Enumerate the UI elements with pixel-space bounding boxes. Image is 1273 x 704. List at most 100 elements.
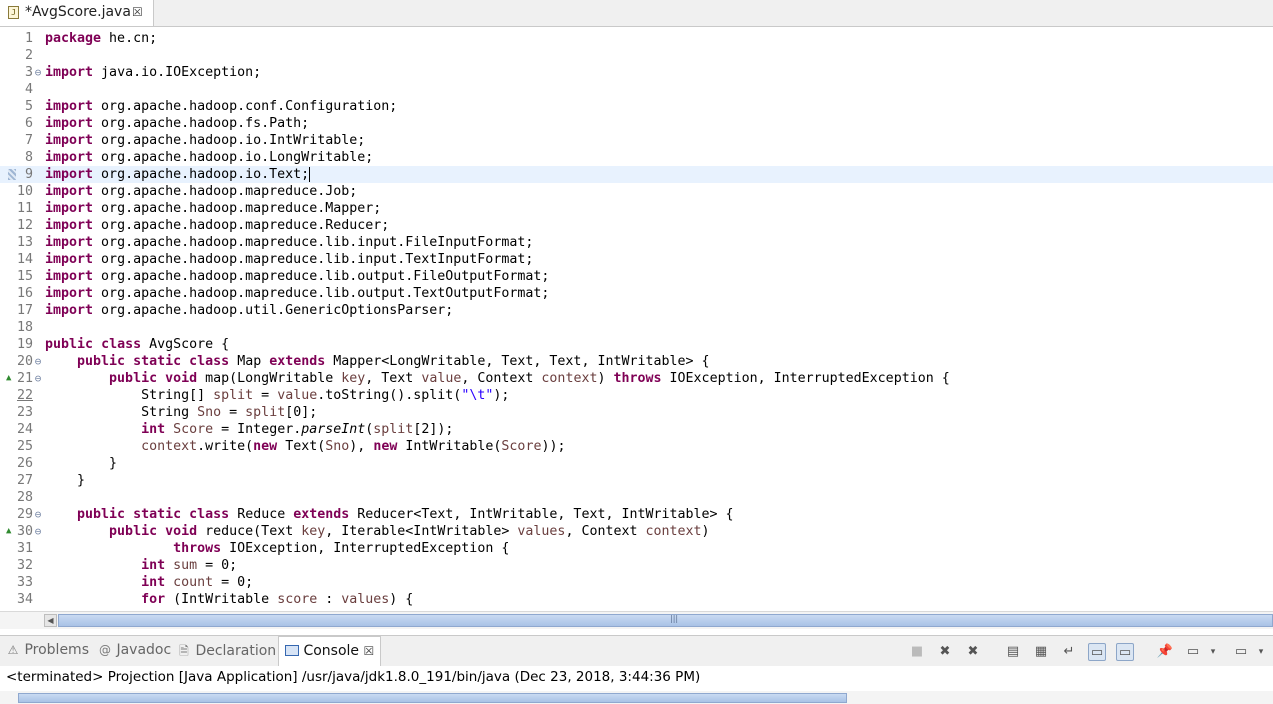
- code-line[interactable]: 5 import org.apache.hadoop.conf.Configura…: [0, 98, 1273, 115]
- code-line[interactable]: 10 import org.apache.hadoop.mapreduce.Job…: [0, 183, 1273, 200]
- code-text[interactable]: import org.apache.hadoop.mapreduce.Mappe…: [45, 200, 381, 217]
- close-icon[interactable]: ☒: [132, 5, 143, 19]
- code-line[interactable]: 31 throws IOException, InterruptedExcept…: [0, 540, 1273, 557]
- pin-console-button[interactable]: 📌: [1156, 643, 1174, 661]
- tab-declaration[interactable]: 🗎 Declaration: [177, 642, 276, 662]
- code-text[interactable]: }: [45, 455, 117, 472]
- code-line[interactable]: 33 int count = 0;: [0, 574, 1273, 591]
- fold-collapse-icon[interactable]: ⊖: [33, 506, 43, 523]
- fold-collapse-icon[interactable]: ⊖: [33, 370, 43, 387]
- code-line[interactable]: 16 import org.apache.hadoop.mapreduce.lib…: [0, 285, 1273, 302]
- code-line[interactable]: 34 for (IntWritable score : values) {: [0, 591, 1273, 608]
- show-on-stdout-button[interactable]: ▭: [1088, 643, 1106, 661]
- code-line[interactable]: 1 package he.cn;: [0, 30, 1273, 47]
- code-text[interactable]: public void map(LongWritable key, Text v…: [45, 370, 950, 387]
- editor-tab-avgscore[interactable]: J *AvgScore.java ☒: [0, 0, 154, 26]
- code-text[interactable]: int sum = 0;: [45, 557, 237, 574]
- code-line[interactable]: 29 ⊖ public static class Reduce extends R…: [0, 506, 1273, 523]
- view-menu-button[interactable]: ▾: [1256, 643, 1266, 661]
- code-text[interactable]: import org.apache.hadoop.mapreduce.lib.o…: [45, 285, 549, 302]
- code-line[interactable]: 23 String Sno = split[0];: [0, 404, 1273, 421]
- code-text[interactable]: package he.cn;: [45, 30, 157, 47]
- override-triangle-icon[interactable]: ▲: [6, 523, 11, 540]
- display-console-menu[interactable]: ▾: [1208, 643, 1218, 661]
- code-text[interactable]: int count = 0;: [45, 574, 253, 591]
- code-text[interactable]: }: [45, 472, 85, 489]
- code-text[interactable]: import org.apache.hadoop.io.LongWritable…: [45, 149, 373, 166]
- code-line[interactable]: 24 int Score = Integer.parseInt(split[2]…: [0, 421, 1273, 438]
- code-text[interactable]: import org.apache.hadoop.mapreduce.lib.i…: [45, 251, 533, 268]
- code-line[interactable]: 20 ⊖ public static class Map extends Mapp…: [0, 353, 1273, 370]
- override-triangle-icon[interactable]: ▲: [6, 370, 11, 387]
- show-on-stderr-button[interactable]: ▭: [1116, 643, 1134, 661]
- open-console-button[interactable]: ▭: [1232, 643, 1250, 661]
- code-line[interactable]: 12 import org.apache.hadoop.mapreduce.Red…: [0, 217, 1273, 234]
- terminate-button[interactable]: ■: [908, 643, 926, 661]
- code-text[interactable]: import org.apache.hadoop.fs.Path;: [45, 115, 309, 132]
- editor-horizontal-scrollbar[interactable]: ◀ |||: [0, 611, 1273, 629]
- fold-collapse-icon[interactable]: ⊖: [33, 64, 43, 81]
- tab-console[interactable]: Console ☒: [278, 636, 382, 666]
- code-text[interactable]: import org.apache.hadoop.conf.Configurat…: [45, 98, 397, 115]
- code-line[interactable]: 4: [0, 81, 1273, 98]
- code-line[interactable]: 32 int sum = 0;: [0, 557, 1273, 574]
- code-line[interactable]: ▲ 21 ⊖ public void map(LongWritable key, T…: [0, 370, 1273, 387]
- code-text[interactable]: throws IOException, InterruptedException…: [45, 540, 509, 557]
- code-line[interactable]: 6 import org.apache.hadoop.fs.Path;: [0, 115, 1273, 132]
- code-line[interactable]: 26 }: [0, 455, 1273, 472]
- tab-javadoc[interactable]: @ Javadoc: [98, 642, 171, 662]
- code-text[interactable]: import java.io.IOException;: [45, 64, 261, 81]
- code-line[interactable]: 7 import org.apache.hadoop.io.IntWritable…: [0, 132, 1273, 149]
- code-line[interactable]: 19 public class AvgScore {: [0, 336, 1273, 353]
- editor-scroll-thumb[interactable]: [58, 614, 1273, 627]
- code-text[interactable]: context.write(new Text(Sno), new IntWrit…: [45, 438, 565, 455]
- code-text[interactable]: import org.apache.hadoop.mapreduce.lib.i…: [45, 234, 533, 251]
- tab-problems[interactable]: ⚠ Problems: [6, 642, 89, 662]
- code-line[interactable]: 2: [0, 47, 1273, 64]
- code-line[interactable]: 25 context.write(new Text(Sno), new IntW…: [0, 438, 1273, 455]
- scroll-left-icon[interactable]: ◀: [44, 614, 57, 627]
- code-line[interactable]: 15 import org.apache.hadoop.mapreduce.lib…: [0, 268, 1273, 285]
- code-line[interactable]: 8 import org.apache.hadoop.io.LongWritabl…: [0, 149, 1273, 166]
- code-text[interactable]: import org.apache.hadoop.io.IntWritable;: [45, 132, 365, 149]
- fold-collapse-icon[interactable]: ⊖: [33, 523, 43, 540]
- code-line[interactable]: 28: [0, 489, 1273, 506]
- scroll-lock-button[interactable]: ▦: [1032, 643, 1050, 661]
- code-text[interactable]: for (IntWritable score : values) {: [45, 591, 413, 608]
- code-text[interactable]: import org.apache.hadoop.mapreduce.lib.o…: [45, 268, 549, 285]
- code-text[interactable]: String[] split = value.toString().split(…: [45, 387, 509, 404]
- fold-collapse-icon[interactable]: ⊖: [33, 353, 43, 370]
- bookmark-marker-icon[interactable]: [8, 169, 16, 180]
- code-line[interactable]: ▲ 30 ⊖ public void reduce(Text key, Iterab…: [0, 523, 1273, 540]
- code-line[interactable]: 17 import org.apache.hadoop.util.GenericO…: [0, 302, 1273, 319]
- clear-console-button[interactable]: ▤: [1004, 643, 1022, 661]
- code-line[interactable]: 11 import org.apache.hadoop.mapreduce.Map…: [0, 200, 1273, 217]
- code-line[interactable]: 9 import org.apache.hadoop.io.Text;: [0, 166, 1273, 183]
- code-text[interactable]: public static class Reduce extends Reduc…: [45, 506, 734, 523]
- code-line[interactable]: 14 import org.apache.hadoop.mapreduce.lib…: [0, 251, 1273, 268]
- console-view[interactable]: <terminated> Projection [Java Applicatio…: [0, 666, 1273, 704]
- code-text[interactable]: import org.apache.hadoop.mapreduce.Reduc…: [45, 217, 389, 234]
- code-text[interactable]: int Score = Integer.parseInt(split[2]);: [45, 421, 453, 438]
- code-line[interactable]: 13 import org.apache.hadoop.mapreduce.lib…: [0, 234, 1273, 251]
- code-text[interactable]: import org.apache.hadoop.util.GenericOpt…: [45, 302, 453, 319]
- remove-all-terminated-button[interactable]: ✖: [964, 643, 982, 661]
- word-wrap-button[interactable]: ↵: [1060, 643, 1078, 661]
- code-text[interactable]: import org.apache.hadoop.mapreduce.Job;: [45, 183, 357, 200]
- display-console-button[interactable]: ▭: [1184, 643, 1202, 661]
- code-editor[interactable]: 1 package he.cn; 2 3 ⊖ import java.io.IOExcep…: [0, 27, 1273, 612]
- line-number: 27: [16, 473, 33, 488]
- code-line[interactable]: 18: [0, 319, 1273, 336]
- console-scroll-thumb[interactable]: [18, 693, 847, 703]
- code-line[interactable]: 22 String[] split = value.toString().spl…: [0, 387, 1273, 404]
- code-text[interactable]: public class AvgScore {: [45, 336, 229, 353]
- close-icon[interactable]: ☒: [363, 644, 374, 658]
- code-text[interactable]: public static class Map extends Mapper<L…: [45, 353, 710, 370]
- code-line[interactable]: 3 ⊖ import java.io.IOException;: [0, 64, 1273, 81]
- code-text[interactable]: public void reduce(Text key, Iterable<In…: [45, 523, 710, 540]
- code-line[interactable]: 27 }: [0, 472, 1273, 489]
- code-text[interactable]: String Sno = split[0];: [45, 404, 317, 421]
- console-horizontal-scrollbar[interactable]: [0, 691, 1273, 704]
- remove-launch-button[interactable]: ✖: [936, 643, 954, 661]
- code-text[interactable]: import org.apache.hadoop.io.Text;: [45, 166, 311, 183]
